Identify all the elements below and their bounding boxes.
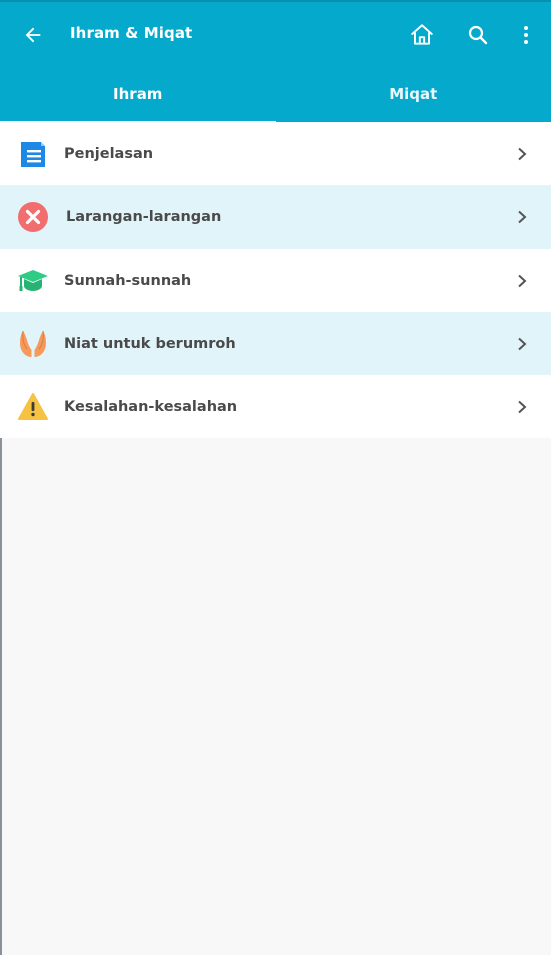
topic-list: Penjelasan Larangan-larangan Sunnah-sunn…	[0, 122, 551, 438]
chevron-right-icon	[518, 210, 527, 224]
tab-ihram[interactable]: Ihram	[0, 68, 276, 124]
list-item-kesalahan[interactable]: Kesalahan-kesalahan	[0, 375, 551, 438]
chevron-right-icon	[518, 147, 527, 160]
chevron-right-icon	[518, 400, 527, 413]
toolbar: Ihram & Miqat	[0, 2, 551, 68]
tab-label: Miqat	[389, 85, 438, 103]
chevron-right-icon	[518, 274, 527, 287]
more-options-button[interactable]	[511, 20, 541, 50]
list-item-label: Sunnah-sunnah	[64, 272, 192, 289]
graduation-cap-icon	[17, 265, 49, 297]
cancel-icon	[17, 201, 49, 233]
home-icon	[411, 24, 433, 45]
search-button[interactable]	[463, 20, 493, 50]
list-item-label: Larangan-larangan	[66, 209, 222, 225]
arrow-left-icon	[25, 27, 41, 43]
search-icon	[468, 25, 488, 45]
tab-bar: Ihram Miqat	[0, 68, 551, 124]
praying-hands-icon	[17, 328, 49, 360]
list-item-sunnah[interactable]: Sunnah-sunnah	[0, 249, 551, 312]
chevron-right-icon	[518, 337, 527, 350]
app-bar: Ihram & Miqat Ihram Miqat	[0, 0, 551, 124]
back-button[interactable]	[18, 20, 48, 50]
document-icon	[17, 138, 49, 170]
list-item-label: Penjelasan	[64, 145, 154, 162]
tab-miqat[interactable]: Miqat	[276, 68, 551, 124]
list-item-niat[interactable]: Niat untuk berumroh	[0, 312, 551, 375]
warning-icon	[17, 391, 49, 423]
more-vert-icon	[524, 26, 528, 44]
list-item-label: Kesalahan-kesalahan	[64, 398, 238, 415]
list-item-larangan[interactable]: Larangan-larangan	[0, 185, 551, 249]
home-button[interactable]	[407, 20, 437, 50]
list-item-label: Niat untuk berumroh	[64, 335, 236, 352]
page-title: Ihram & Miqat	[70, 24, 193, 42]
tab-label: Ihram	[113, 85, 163, 103]
list-item-penjelasan[interactable]: Penjelasan	[0, 122, 551, 185]
